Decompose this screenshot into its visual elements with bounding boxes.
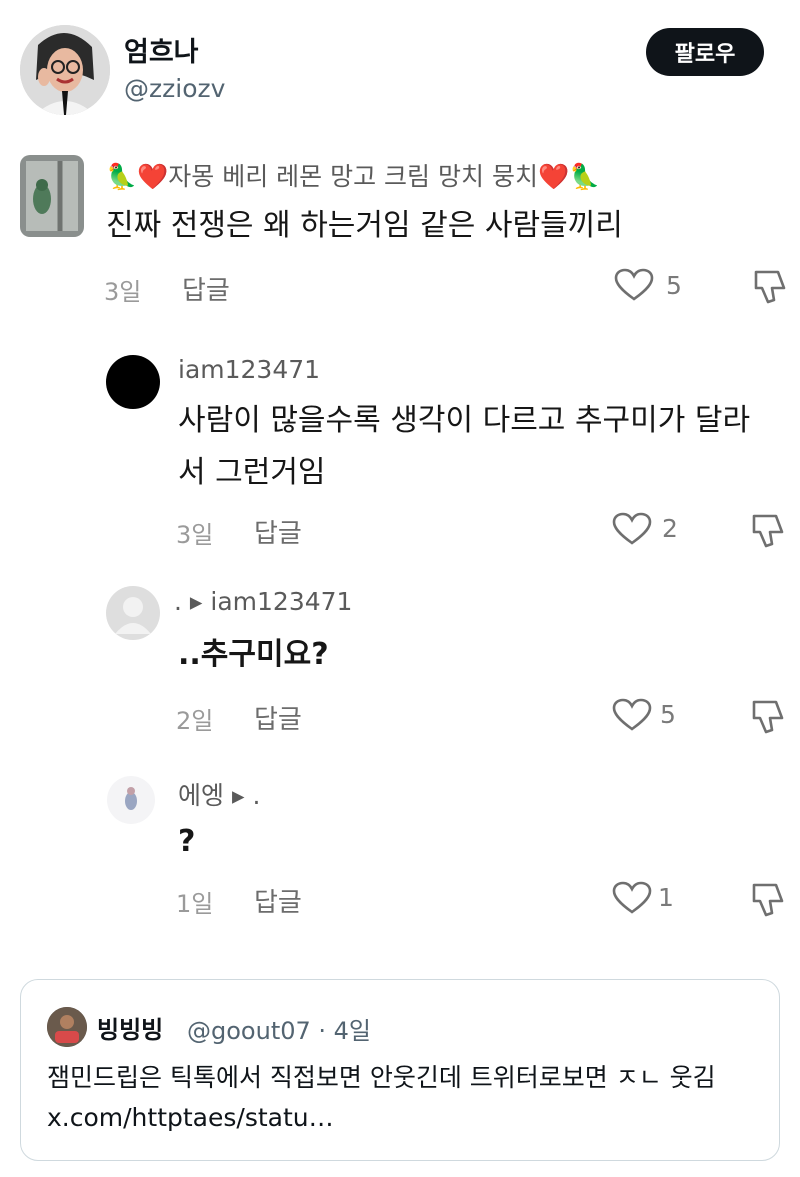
follow-button[interactable]: 팔로우 xyxy=(646,28,764,76)
comment-time: 3일 xyxy=(176,521,214,549)
commenter-avatar xyxy=(106,355,160,409)
reply-button[interactable]: 답글 xyxy=(182,270,230,307)
author-avatar[interactable] xyxy=(20,25,110,115)
quoted-author-avatar[interactable] xyxy=(47,1007,87,1047)
dislike-icon[interactable] xyxy=(750,266,790,310)
comment-text-line: 사람이 많을수록 생각이 다르고 추구미가 달라 xyxy=(178,403,751,438)
quoted-tweet-card[interactable]: 빙빙빙 @goout07 · 4일 잼민드립은 틱톡에서 직접보면 안웃긴데 트… xyxy=(20,979,780,1161)
comments-screenshot[interactable]: 🦜❤️자몽 베리 레몬 망고 크림 망치 뭉치❤️🦜 진짜 전쟁은 왜 하는거임… xyxy=(0,140,800,950)
comment-time: 1일 xyxy=(176,890,214,918)
commenter-avatar xyxy=(20,155,84,237)
like-count: 5 xyxy=(660,700,676,729)
comment-username: iam123471 xyxy=(178,355,321,384)
comment-username: 에엥 ▸ . xyxy=(178,781,261,810)
like-count: 2 xyxy=(662,514,678,543)
comment-time: 2일 xyxy=(176,707,214,735)
dislike-icon[interactable] xyxy=(748,879,788,923)
comment-text: ? xyxy=(178,824,196,859)
reply-button[interactable]: 답글 xyxy=(254,882,302,919)
author-handle[interactable]: @zziozv xyxy=(124,74,225,103)
reply-button[interactable]: 답글 xyxy=(254,513,302,550)
quoted-tweet-text: 잼민드립은 틱톡에서 직접보면 안웃긴데 트위터로보면 ㅈㄴ 웃김 x.com/… xyxy=(47,1063,716,1132)
dislike-icon[interactable] xyxy=(748,510,788,554)
like-count: 1 xyxy=(658,883,674,912)
heart-icon[interactable] xyxy=(612,512,652,550)
comment-text: ..추구미요? xyxy=(178,637,329,672)
comment-time: 3일 xyxy=(104,278,142,306)
author-name[interactable]: 엄흐나 xyxy=(124,30,199,69)
commenter-avatar xyxy=(106,775,156,825)
heart-icon[interactable] xyxy=(614,268,654,306)
like-count: 5 xyxy=(666,271,682,300)
quoted-author-handle: @goout07 · 4일 xyxy=(187,1017,371,1045)
default-avatar-icon xyxy=(106,586,160,640)
reply-button[interactable]: 답글 xyxy=(254,699,302,736)
comment-username: . ▸ iam123471 xyxy=(174,587,353,616)
comment-username: 🦜❤️자몽 베리 레몬 망고 크림 망치 뭉치❤️🦜 xyxy=(106,162,601,191)
heart-icon[interactable] xyxy=(612,698,652,736)
quoted-author-name[interactable]: 빙빙빙 xyxy=(97,1010,163,1045)
dislike-icon[interactable] xyxy=(748,696,788,740)
comment-text-line: 서 그런거임 xyxy=(178,455,326,490)
heart-icon[interactable] xyxy=(612,881,652,919)
comment-text: 진짜 전쟁은 왜 하는거임 같은 사람들끼리 xyxy=(106,208,623,243)
